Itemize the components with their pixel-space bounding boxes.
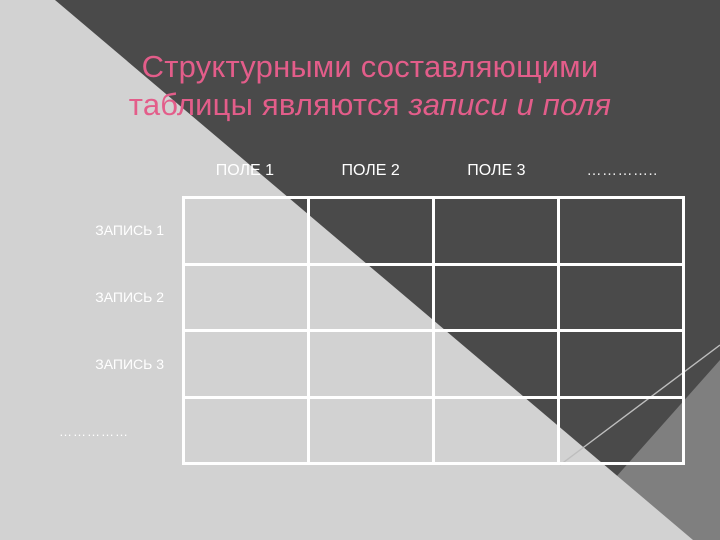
title-line-1: Структурными составляющими [141,49,599,84]
title-line-2-emphasis: записи и поля [408,87,612,122]
table-cell[interactable] [185,398,310,465]
record-label-ellipsis: …………… [59,423,129,439]
field-header-2: ПОЛЕ 2 [341,162,400,179]
table-cell[interactable] [560,265,685,332]
table-cell[interactable] [435,265,560,332]
title-line-2: таблицы являются записи и поля [58,86,682,124]
field-header-row: ПОЛЕ 1 ПОЛЕ 2 ПОЛЕ 3 ………….. [182,160,685,190]
record-label-2: ЗАПИСЬ 2 [95,288,164,305]
table-cell[interactable] [185,265,310,332]
table-cell[interactable] [560,398,685,465]
record-label-1: ЗАПИСЬ 1 [95,221,164,238]
table-cell[interactable] [185,199,310,266]
field-header-3: ПОЛЕ 3 [467,162,526,179]
table-cell[interactable] [435,332,560,399]
table-cell[interactable] [435,199,560,266]
table-cell[interactable] [310,265,435,332]
table-cell[interactable] [560,199,685,266]
data-table [182,196,685,465]
page-title: Структурными составляющими таблицы являю… [58,48,682,124]
table-cell[interactable] [560,332,685,399]
title-line-2-normal: таблицы являются [128,87,409,122]
table-cell[interactable] [310,332,435,399]
table-cell[interactable] [310,199,435,266]
field-header-1: ПОЛЕ 1 [215,162,275,179]
slide: Структурными составляющими таблицы являю… [0,0,720,540]
table-cell[interactable] [435,398,560,465]
field-header-ellipsis: ………….. [586,162,658,179]
table-cell[interactable] [310,398,435,465]
record-label-3: ЗАПИСЬ 3 [95,356,164,373]
table-cell[interactable] [185,332,310,399]
record-label-column: ЗАПИСЬ 1 ЗАПИСЬ 2 ЗАПИСЬ 3 …………… [14,196,174,465]
